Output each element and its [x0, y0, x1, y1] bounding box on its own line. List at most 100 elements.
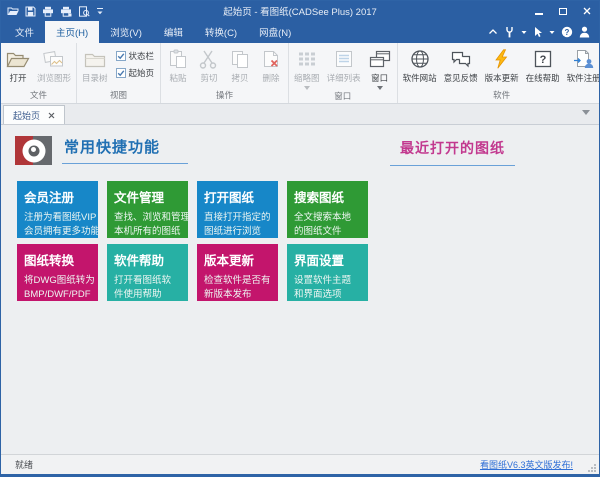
paste-icon [166, 48, 190, 70]
document-tab-start-page[interactable]: 起始页 [3, 105, 65, 124]
detail-list-icon [333, 48, 355, 70]
titlebar: 起始页 - 看图纸(CADSee Plus) 2017 [1, 1, 599, 21]
cut-icon [197, 48, 221, 70]
start-page-content: 常用快捷功能 最近打开的图纸 会员注册注册为看图纸VIP会员拥有更多功能文件管理… [1, 125, 599, 454]
help-circle-icon[interactable]: ? [561, 26, 573, 38]
caret-icon[interactable] [549, 30, 555, 35]
minimize-button[interactable] [527, 1, 551, 21]
tab-close-icon[interactable] [48, 112, 55, 119]
windows-icon [368, 48, 392, 70]
window-button[interactable]: 窗口 [365, 45, 395, 90]
tile-description: 将DWG图纸转为BMP/DWF/PDF [24, 274, 91, 301]
version-update-button[interactable]: 版本更新 [482, 45, 522, 89]
print-icon[interactable] [42, 6, 54, 17]
software-register-button[interactable]: 软件注册 [564, 45, 599, 89]
ribbon-group-label: 文件 [3, 89, 74, 103]
tile-search-drawing[interactable]: 搜索图纸全文搜索本地的图纸文件 [287, 181, 368, 238]
print-preview-icon[interactable] [78, 6, 90, 17]
software-website-button[interactable]: 软件网站 [400, 45, 440, 89]
ribbon-group-4: 软件网站意见反馈版本更新? 在线帮助软件注册软件 [398, 43, 599, 103]
caret-icon[interactable] [521, 30, 527, 35]
tab-list-caret-icon[interactable] [582, 110, 590, 115]
ribbon-group-label: 窗口 [291, 90, 395, 103]
recent-drawings-header-text: 最近打开的图纸 [400, 140, 505, 156]
statusbar-checkbox-label: 状态栏 [129, 50, 155, 62]
tile-title: 打开图纸 [204, 187, 271, 206]
quick-access-toolbar [1, 6, 104, 17]
tile-description: 设置软件主题和界面选项 [294, 274, 361, 301]
detail-list-label: 详细列表 [327, 72, 361, 84]
quick-print-icon[interactable] [60, 6, 72, 17]
menu-tab-file[interactable]: 文件 [4, 21, 45, 43]
app-window: 起始页 - 看图纸(CADSee Plus) 2017 文件主页(H)浏览(V)… [0, 0, 600, 477]
save-icon[interactable] [25, 6, 36, 17]
checkbox-checked-icon [116, 51, 126, 61]
menu-tab-edit[interactable]: 编辑 [153, 21, 194, 43]
resize-grip[interactable] [587, 463, 597, 473]
delete-button: 删除 [256, 45, 286, 89]
software-website-label: 软件网站 [403, 72, 437, 84]
collapse-ribbon-icon[interactable] [488, 27, 498, 37]
browse-graphics-label: 浏览图形 [37, 72, 71, 84]
online-help-icon: ? [533, 48, 553, 70]
detail-list-button: 详细列表 [324, 45, 364, 90]
maximize-button[interactable] [551, 1, 575, 21]
open-icon[interactable] [7, 6, 19, 17]
tools-icon[interactable] [504, 26, 515, 38]
tile-ui-settings[interactable]: 界面设置设置软件主题和界面选项 [287, 244, 368, 301]
feedback-button[interactable]: 意见反馈 [441, 45, 481, 89]
ribbon: 打开浏览图形文件目录树状态栏起始页视图粘贴剪切拷贝删除操作缩略图详细列表窗口窗口… [1, 43, 599, 104]
tile-description: 打开看图纸软件使用帮助 [114, 274, 181, 301]
register-icon [572, 48, 596, 70]
pointer-icon[interactable] [533, 26, 543, 38]
delete-label: 删除 [263, 72, 280, 84]
shortcuts-header: 常用快捷功能 [62, 132, 188, 164]
feedback-icon [449, 48, 473, 70]
ribbon-group-3: 缩略图详细列表窗口窗口 [289, 43, 398, 103]
thumbnails-button: 缩略图 [291, 45, 323, 90]
online-help-button[interactable]: ? 在线帮助 [523, 45, 563, 89]
menu-tab-convert[interactable]: 转换(C) [194, 21, 248, 43]
menu-tab-browse[interactable]: 浏览(V) [99, 21, 153, 43]
online-help-label: 在线帮助 [526, 72, 560, 84]
close-button[interactable] [575, 1, 599, 21]
startpage-checkbox[interactable]: 起始页 [116, 67, 155, 79]
directory-tree-button: 目录树 [79, 45, 111, 89]
open-label: 打开 [9, 72, 26, 84]
cut-label: 剪切 [201, 72, 218, 84]
paste-button: 粘贴 [163, 45, 193, 89]
document-tabstrip: 起始页 [1, 104, 599, 125]
browse-graphics-icon [42, 48, 66, 70]
thumbnails-label: 缩略图 [294, 72, 320, 84]
svg-text:?: ? [539, 54, 546, 66]
menu-tab-netdisk[interactable]: 网盘(N) [248, 21, 302, 43]
ribbon-group-label: 视图 [79, 89, 158, 103]
tile-member-register[interactable]: 会员注册注册为看图纸VIP会员拥有更多功能 [17, 181, 98, 238]
user-icon[interactable] [579, 26, 590, 38]
tile-version-update[interactable]: 版本更新检查软件是否有新版本发布 [197, 244, 278, 301]
statusbar-checkbox[interactable]: 状态栏 [116, 50, 155, 62]
open-folder-icon [6, 48, 30, 70]
tile-description: 直接打开指定的图纸进行浏览 [204, 211, 271, 238]
open-button[interactable]: 打开 [3, 45, 33, 89]
svg-text:?: ? [565, 28, 570, 37]
recent-drawings-header: 最近打开的图纸 [390, 132, 515, 166]
globe-icon [409, 48, 431, 70]
tile-open-drawing[interactable]: 打开图纸直接打开指定的图纸进行浏览 [197, 181, 278, 238]
checkbox-checked-icon [116, 68, 126, 78]
menu-tab-home[interactable]: 主页(H) [45, 21, 99, 43]
ribbon-group-1: 目录树状态栏起始页视图 [77, 43, 161, 103]
qat-caret-icon[interactable] [96, 6, 104, 16]
tile-title: 软件帮助 [114, 250, 181, 269]
delete-icon [259, 48, 283, 70]
view-checkboxes: 状态栏起始页 [112, 45, 159, 89]
update-announcement-link[interactable]: 看图纸V6.3英文版发布! [480, 458, 599, 471]
tile-drawing-convert[interactable]: 图纸转换将DWG图纸转为BMP/DWF/PDF [17, 244, 98, 301]
feedback-label: 意见反馈 [444, 72, 478, 84]
ribbon-group-label: 软件 [400, 89, 599, 103]
ribbon-group-0: 打开浏览图形文件 [1, 43, 77, 103]
ribbon-group-label: 操作 [163, 89, 286, 103]
software-register-label: 软件注册 [567, 72, 599, 84]
tile-software-help[interactable]: 软件帮助打开看图纸软件使用帮助 [107, 244, 188, 301]
tile-file-manage[interactable]: 文件管理查找、浏览和管理本机所有的图纸 [107, 181, 188, 238]
